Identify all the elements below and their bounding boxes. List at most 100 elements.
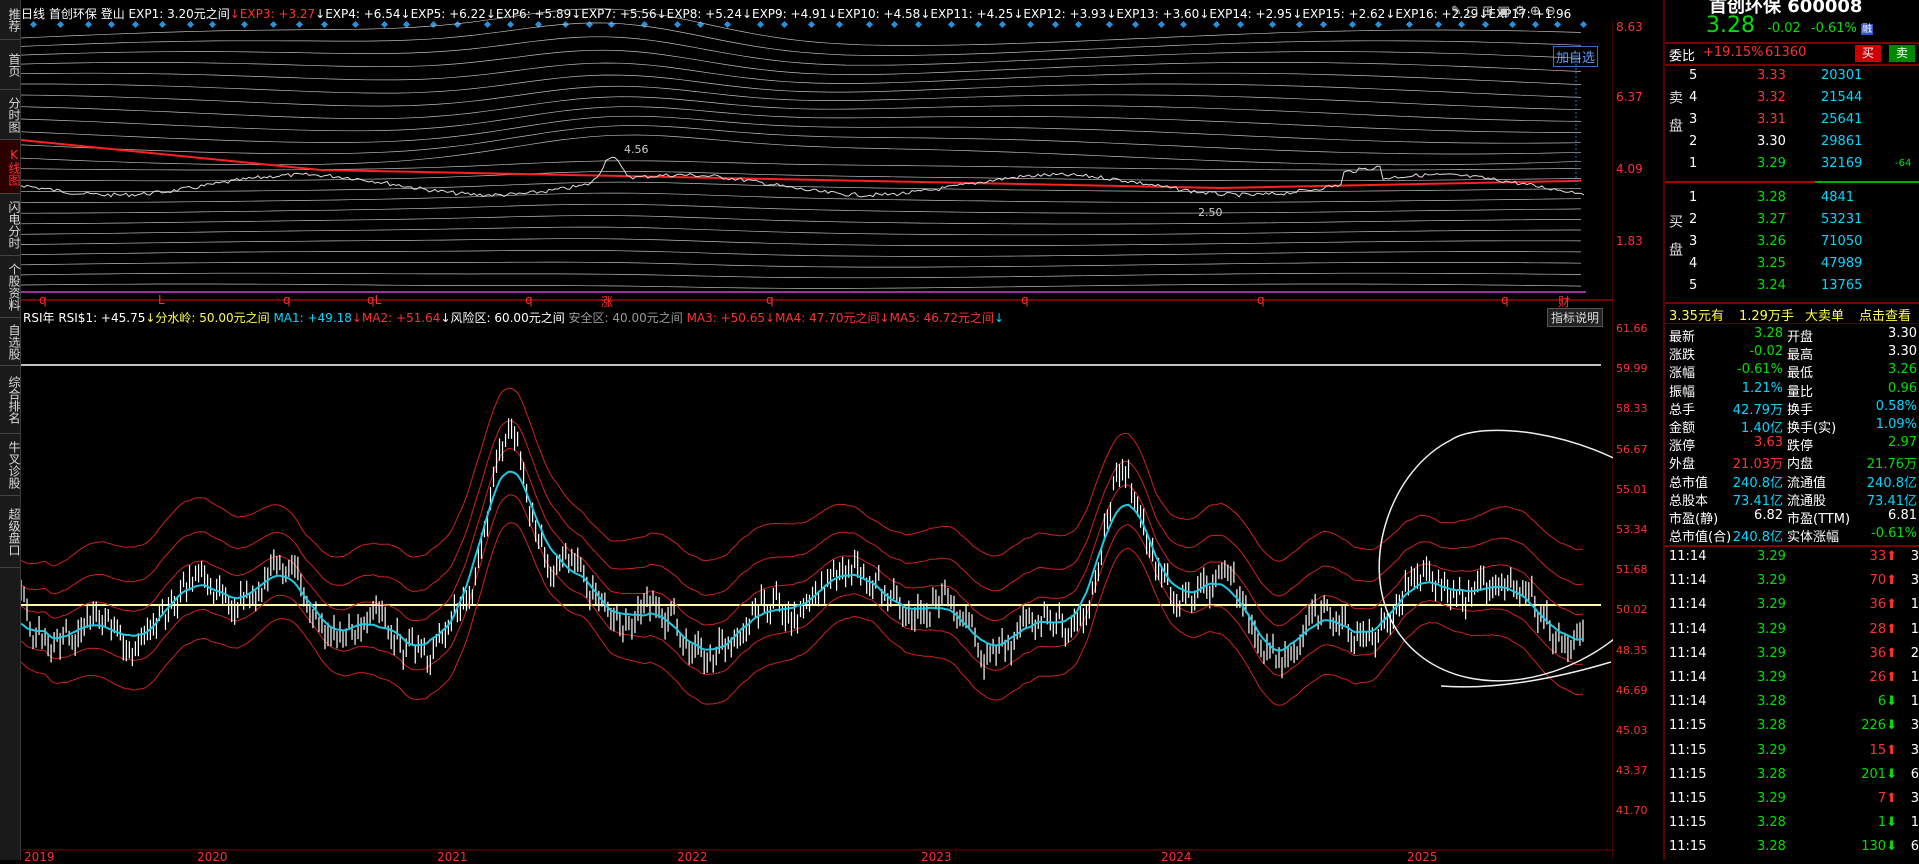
tick-count: 6 [1910,766,1919,782]
tick-row: 11:15 3.29 15⬆ 3 [1669,743,1919,763]
chart-area[interactable]: 日线 首创环保 登山 EXP1: 3.20元之间↓EXP3: +3.27↓EXP… [21,0,1648,864]
sidebar-tab-0[interactable]: 推荐 [0,0,21,40]
signal-marker [1508,20,1517,29]
sidebar-tab-7[interactable]: 综合排名 [0,366,21,434]
stat-label: 涨停 [1669,439,1696,455]
rsi-tick-label: 41.70 [1616,804,1648,818]
signal-marker [640,20,649,29]
bid-row[interactable]: 5 3.24 13765 [1669,278,1919,296]
envelope-line [21,261,1582,268]
stat-label: 最新 [1669,330,1696,345]
envelope-line [21,62,1582,85]
tick-time: 11:14 [1669,670,1707,685]
event-marker[interactable]: q [283,293,291,307]
stat-label: 市盈(静) [1669,512,1719,527]
view-big-order-link[interactable]: 点击查看 [1859,305,1911,324]
stat-row: 振幅 1.21% 量比 0.96 [1669,380,1919,400]
bid-volume: 4841 [1821,190,1855,205]
rsi-tick-label: 45.03 [1616,724,1648,737]
sidebar-tab-5[interactable]: 个股资料 [0,256,21,318]
ask-price: 3.30 [1757,134,1786,149]
rsi-header-item: ↓MA5: 46.72元之间 [879,311,994,325]
event-marker[interactable]: 涨 [601,293,613,310]
signal-marker [1348,20,1357,29]
tick-row: 11:15 3.29 7⬆ 3 [1669,791,1919,811]
sidebar-tab-6[interactable]: 自选股 [0,318,21,366]
price-tick-label: 6.37 [1616,90,1643,104]
bid-level: 2 [1689,212,1698,227]
arrow-up-icon: ⬆ [1886,645,1897,661]
stat-value: 21.03万 [1732,457,1783,473]
stat-value: -0.61% [1737,362,1783,378]
signal-marker [351,20,360,29]
event-marker[interactable]: q [1501,293,1509,307]
sidebar-tab-3[interactable]: K线图 [0,140,21,194]
stat-value: 73.41亿 [1732,493,1783,509]
sidebar-tab-1[interactable]: 首页 [0,40,21,90]
stat-label: 金额 [1669,421,1696,436]
tick-volume: 28 [1869,621,1887,637]
event-marker[interactable]: q [766,293,774,307]
signal-marker [1405,20,1414,29]
signal-marker [402,20,411,29]
high-annotation: 4.56 [624,143,649,156]
envelope-line [21,203,1582,214]
ask-row[interactable]: 1 3.29 32169 -64 [1669,156,1919,174]
ask-row[interactable]: 4 3.32 21544 [1669,90,1919,108]
indicator-help-button[interactable]: 指标说明 [1547,308,1604,327]
sidebar-tab-8[interactable]: 牛叉诊股 [0,434,21,496]
ask-volume: 29861 [1821,134,1863,149]
envelope-line [21,22,1582,56]
tick-time: 11:14 [1669,645,1707,661]
year-label: 2023 [921,850,952,864]
signal-marker [56,20,65,29]
tick-price: 3.28 [1757,839,1786,855]
ask-row[interactable]: 2 3.30 29861 [1669,134,1919,152]
year-label: 2022 [677,850,708,864]
bid-row[interactable]: 4 3.25 47989 [1669,256,1919,274]
event-marker[interactable]: q [1021,293,1029,307]
sidebar-tab-2[interactable]: 分时图 [0,90,21,140]
margin-badge: 融 [1861,24,1874,35]
stat-label: 跌停 [1787,439,1814,455]
sell-button[interactable]: 卖 [1889,45,1915,62]
event-marker[interactable]: L [158,293,165,307]
stat-value: 0.96 [1888,380,1917,396]
year-label: 2024 [1161,850,1192,864]
sidebar-tab-4[interactable]: 闪电分时 [0,194,21,256]
event-marker[interactable]: q [1257,293,1265,307]
tick-volume: 33 [1869,549,1887,564]
tick-price: 3.29 [1757,791,1786,806]
weicha-value: 61360 [1765,45,1807,60]
ask-row[interactable]: 3 3.31 25641 [1669,112,1919,130]
bid-price: 3.28 [1757,190,1786,205]
rsi-tick-label: 50.02 [1616,603,1648,617]
year-label: 2019 [24,850,55,864]
tick-count: 3 [1910,573,1919,589]
stat-label: 换手 [1787,402,1814,418]
buy-button[interactable]: 买 [1855,45,1881,62]
bid-row[interactable]: 1 3.28 4841 [1669,190,1919,208]
event-marker[interactable]: qL [367,293,381,307]
bid-volume: 13765 [1821,278,1863,293]
stat-value: -0.02 [1749,344,1783,360]
ask-row[interactable]: 5 3.33 20301 [1669,68,1919,86]
bid-row[interactable]: 3 3.26 71050 [1669,234,1919,252]
stat-value: 21.76万 [1866,457,1917,473]
tick-count: 3 [1910,791,1919,806]
event-marker[interactable]: q [39,293,47,307]
bid-row[interactable]: 2 3.27 53231 [1669,212,1919,230]
tick-count: 6 [1910,839,1919,855]
signal-marker [1179,20,1188,29]
arrow-down-icon: ⬇ [1886,694,1897,710]
sidebar-tab-9[interactable]: 超级盘口 [0,496,21,568]
signal-marker [1295,20,1304,29]
signal-marker [1212,20,1221,29]
tick-volume: 130 [1861,839,1887,855]
bid-price: 3.27 [1757,212,1786,227]
rsi-header-item: MA1: +49.18 [269,311,352,325]
envelope-line [21,226,1581,236]
event-marker[interactable]: q [525,293,533,307]
ma-band [21,522,1584,706]
stat-row: 市盈(静) 6.82 市盈(TTM) 6.81 [1669,508,1919,527]
